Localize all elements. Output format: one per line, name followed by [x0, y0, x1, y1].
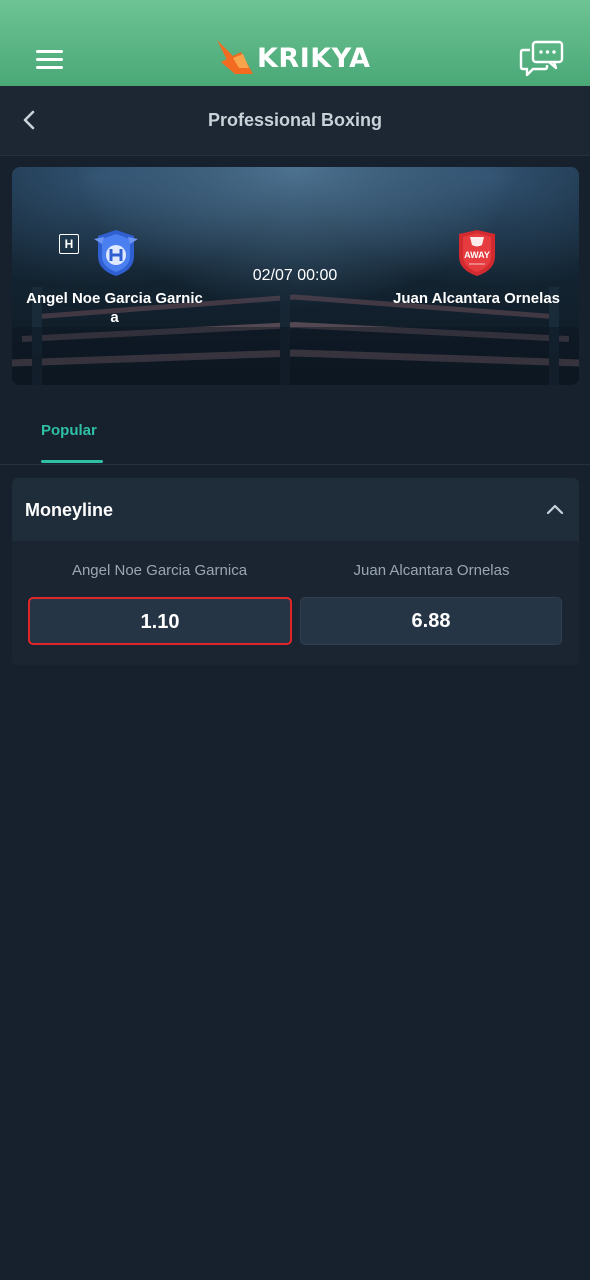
away-team-name: Juan Alcantara Ornelas	[392, 290, 560, 307]
market-header-toggle[interactable]: Moneyline	[12, 478, 579, 541]
odds-button-home[interactable]: 1.10	[28, 597, 292, 645]
market-title: Moneyline	[25, 500, 114, 520]
home-team-shield-icon	[94, 230, 138, 276]
home-team-name: Angel Noe Garcia Garnica	[26, 290, 203, 326]
active-tab-indicator	[41, 460, 103, 463]
odds-button-away[interactable]: 6.88	[300, 597, 562, 645]
page-title: Professional Boxing	[207, 110, 383, 130]
tab-popular[interactable]: Popular	[41, 422, 97, 439]
top-app-bar: KRIKYA	[0, 0, 590, 86]
match-datetime: 02/07 00:00	[252, 267, 338, 284]
svg-text:AWAY: AWAY	[464, 250, 490, 260]
brand-logo[interactable]: KRIKYA	[213, 38, 371, 78]
home-indicator-badge: H	[59, 234, 79, 254]
market-tabs: Popular	[0, 400, 590, 465]
brand-name: KRIKYA	[257, 42, 371, 74]
chat-bubbles-icon[interactable]	[519, 40, 565, 78]
selection-label-home: Angel Noe Garcia Garnica	[71, 562, 248, 579]
krikya-logo-mark-icon	[217, 40, 253, 74]
selection-label-away: Juan Alcantara Ornelas	[353, 562, 510, 579]
match-banner: H Angel Noe Garcia Garnica 02/07 00:00 A…	[12, 167, 579, 385]
page-header: Professional Boxing	[0, 86, 590, 156]
chevron-up-icon[interactable]	[546, 503, 564, 515]
moneyline-market-card: Moneyline Angel Noe Garcia Garnica Juan …	[12, 478, 579, 665]
away-team-shield-icon: AWAY	[459, 230, 495, 276]
hamburger-menu-icon[interactable]	[36, 50, 63, 70]
